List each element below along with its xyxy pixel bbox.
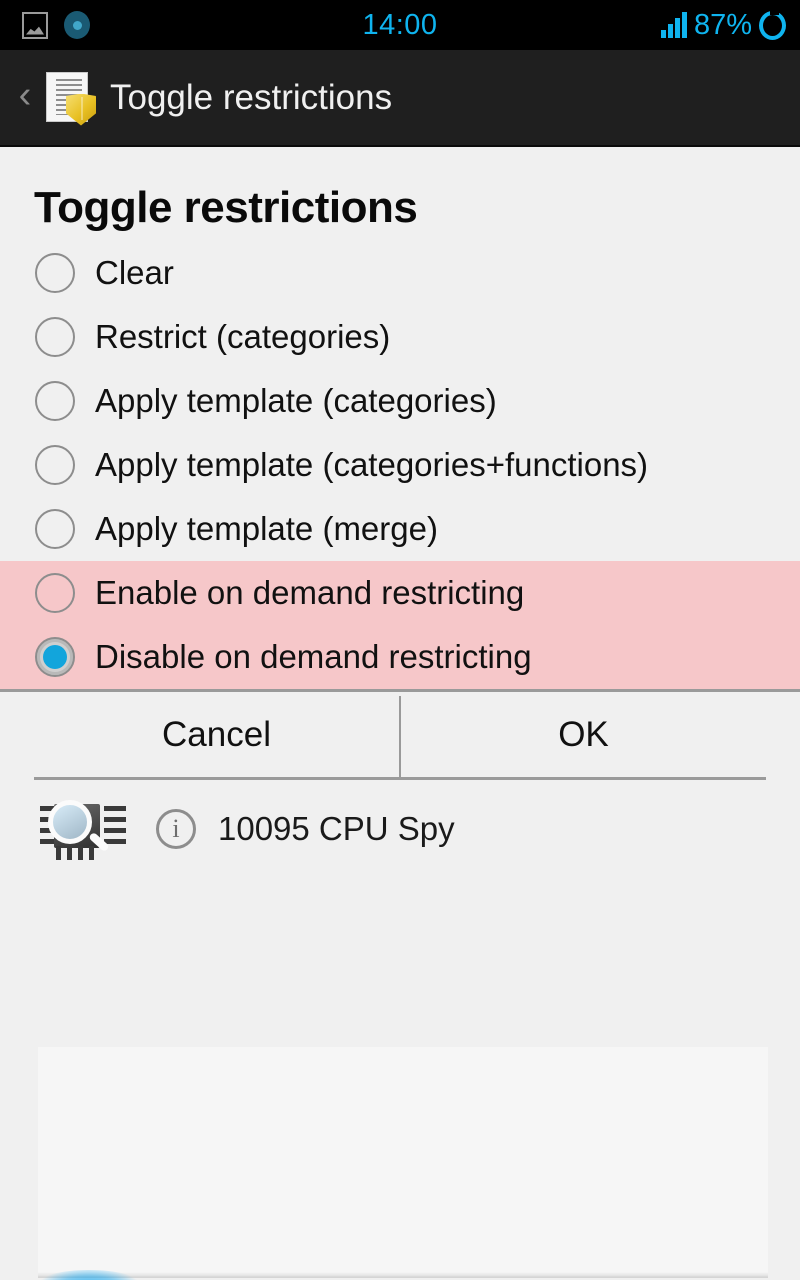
radio-option-apply-template-merge[interactable]: Apply template (merge) bbox=[0, 497, 800, 561]
radio-icon[interactable] bbox=[35, 573, 75, 613]
status-bar-right-icons: 87% bbox=[660, 8, 786, 42]
radio-option-disable-on-demand-restricting[interactable]: Disable on demand restricting bbox=[0, 625, 800, 692]
overscroll-glow-indicator bbox=[38, 1270, 140, 1280]
radio-option-restrict-categories[interactable]: Restrict (categories) bbox=[0, 305, 800, 369]
radio-option-clear[interactable]: Clear bbox=[0, 241, 800, 305]
scroll-edge-shadow bbox=[38, 1272, 768, 1278]
dialog-button-bar: Cancel OK bbox=[34, 692, 766, 780]
radio-icon-selected[interactable] bbox=[35, 637, 75, 677]
back-chevron-icon[interactable]: ‹ bbox=[10, 76, 40, 120]
page-title: Toggle restrictions bbox=[34, 183, 418, 232]
battery-percent-label: 87% bbox=[693, 8, 752, 41]
content-area: Toggle restrictions Clear Restrict (cate… bbox=[0, 147, 800, 1280]
info-icon[interactable]: i bbox=[156, 809, 196, 849]
radio-option-label: Apply template (categories) bbox=[95, 382, 497, 419]
cpu-spy-icon bbox=[38, 798, 130, 860]
radio-option-label: Enable on demand restricting bbox=[95, 574, 525, 611]
list-item[interactable]: i 10095 CPU Spy bbox=[0, 780, 800, 878]
radio-option-label: Disable on demand restricting bbox=[95, 638, 532, 675]
app-row-label: 10095 CPU Spy bbox=[218, 810, 455, 847]
signal-bars-icon bbox=[660, 12, 687, 38]
radio-icon[interactable] bbox=[35, 253, 75, 293]
status-bar: 14:00 87% bbox=[0, 0, 800, 50]
radio-icon[interactable] bbox=[35, 381, 75, 421]
cancel-button[interactable]: Cancel bbox=[34, 692, 399, 777]
list-background-panel bbox=[38, 1047, 768, 1276]
radio-option-enable-on-demand-restricting[interactable]: Enable on demand restricting bbox=[0, 561, 800, 625]
radio-option-label: Restrict (categories) bbox=[95, 318, 391, 355]
ok-button[interactable]: OK bbox=[401, 692, 766, 777]
radio-option-apply-template-categories-functions[interactable]: Apply template (categories+functions) bbox=[0, 433, 800, 497]
radio-icon[interactable] bbox=[35, 509, 75, 549]
radio-icon[interactable] bbox=[35, 445, 75, 485]
toggle-restrictions-radio-group: Clear Restrict (categories) Apply templa… bbox=[0, 241, 800, 692]
app-bar: ‹ Toggle restrictions bbox=[0, 50, 800, 147]
radio-option-label: Apply template (merge) bbox=[95, 510, 438, 547]
battery-ring-icon bbox=[759, 9, 786, 40]
radio-option-label: Apply template (categories+functions) bbox=[95, 446, 649, 483]
app-bar-title: Toggle restrictions bbox=[110, 77, 393, 117]
document-shield-icon bbox=[44, 70, 96, 126]
radio-icon[interactable] bbox=[35, 317, 75, 357]
radio-option-label: Clear bbox=[95, 254, 174, 291]
radio-option-apply-template-categories[interactable]: Apply template (categories) bbox=[0, 369, 800, 433]
